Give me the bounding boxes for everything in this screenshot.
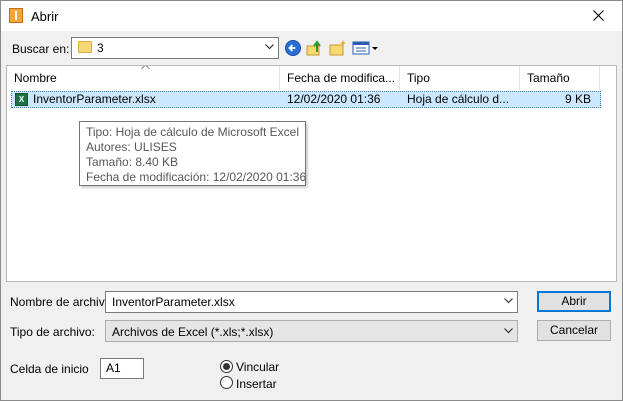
look-in-label: Buscar en: (12, 42, 70, 56)
radio-insertar[interactable] (220, 376, 233, 389)
column-size-label: Tamaño (527, 71, 570, 85)
column-header-type[interactable]: Tipo (400, 66, 520, 90)
new-folder-button[interactable] (329, 39, 347, 57)
file-name-cell[interactable]: InventorParameter.xlsx (33, 92, 156, 107)
up-folder-button[interactable] (306, 39, 324, 57)
close-icon (593, 10, 604, 21)
view-menu-icon (352, 41, 378, 55)
start-cell-label: Celda de inicio (10, 362, 89, 376)
excel-file-icon: X (15, 93, 28, 106)
radio-insertar-label[interactable]: Insertar (236, 377, 277, 391)
file-type-cell[interactable]: Hoja de cálculo d... (407, 92, 509, 107)
back-button[interactable] (284, 39, 302, 57)
folder-icon (78, 41, 92, 53)
filename-value: InventorParameter.xlsx (112, 295, 235, 309)
filename-label: Nombre de archivo: (10, 295, 115, 309)
filetype-dropdown[interactable]: Archivos de Excel (*.xls;*.xlsx) (105, 320, 518, 342)
chevron-down-icon (265, 44, 274, 50)
column-type-label: Tipo (407, 71, 430, 85)
radio-vincular[interactable] (220, 360, 233, 373)
radio-vincular-label[interactable]: Vincular (236, 360, 279, 374)
title-bar: Abrir (1, 1, 622, 31)
chevron-down-icon (504, 298, 513, 304)
file-info-tooltip: Tipo: Hoja de cálculo de Microsoft Excel… (79, 121, 306, 186)
back-icon (285, 40, 301, 56)
column-header-date[interactable]: Fecha de modifica... (280, 66, 400, 90)
filetype-label: Tipo de archivo: (10, 325, 95, 339)
tooltip-authors-line: Autores: ULISES (86, 140, 177, 154)
dialog-title: Abrir (31, 9, 59, 24)
chevron-down-icon (504, 328, 513, 334)
up-folder-icon (306, 40, 321, 56)
column-name-label: Nombre (14, 71, 57, 85)
start-cell-input[interactable]: A1 (100, 358, 144, 379)
tooltip-date-line: Fecha de modificación: 12/02/2020 01:36 (86, 170, 307, 184)
inventor-app-icon (9, 8, 23, 23)
tooltip-type-line: Tipo: Hoja de cálculo de Microsoft Excel (86, 125, 299, 139)
filetype-value: Archivos de Excel (*.xls;*.xlsx) (112, 325, 274, 339)
look-in-dropdown[interactable]: 3 (71, 37, 279, 59)
look-in-value: 3 (97, 41, 104, 55)
cancel-button[interactable]: Cancelar (537, 320, 611, 341)
column-header-name[interactable]: Nombre (7, 66, 280, 90)
new-folder-icon (329, 40, 346, 56)
open-button[interactable]: Abrir (537, 291, 611, 312)
open-file-dialog: Abrir Buscar en: 3 Nombre Fecha de modif… (0, 0, 623, 401)
file-date-cell[interactable]: 12/02/2020 01:36 (287, 92, 380, 107)
column-header-size[interactable]: Tamaño (520, 66, 600, 90)
sort-ascending-icon (141, 66, 150, 70)
file-size-cell[interactable]: 9 KB (527, 92, 591, 107)
view-menu-button[interactable] (352, 39, 380, 57)
column-date-label: Fecha de modifica... (287, 71, 396, 85)
tooltip-size-line: Tamaño: 8.40 KB (86, 155, 179, 169)
filename-input[interactable]: InventorParameter.xlsx (105, 291, 518, 313)
close-button[interactable] (576, 1, 622, 31)
